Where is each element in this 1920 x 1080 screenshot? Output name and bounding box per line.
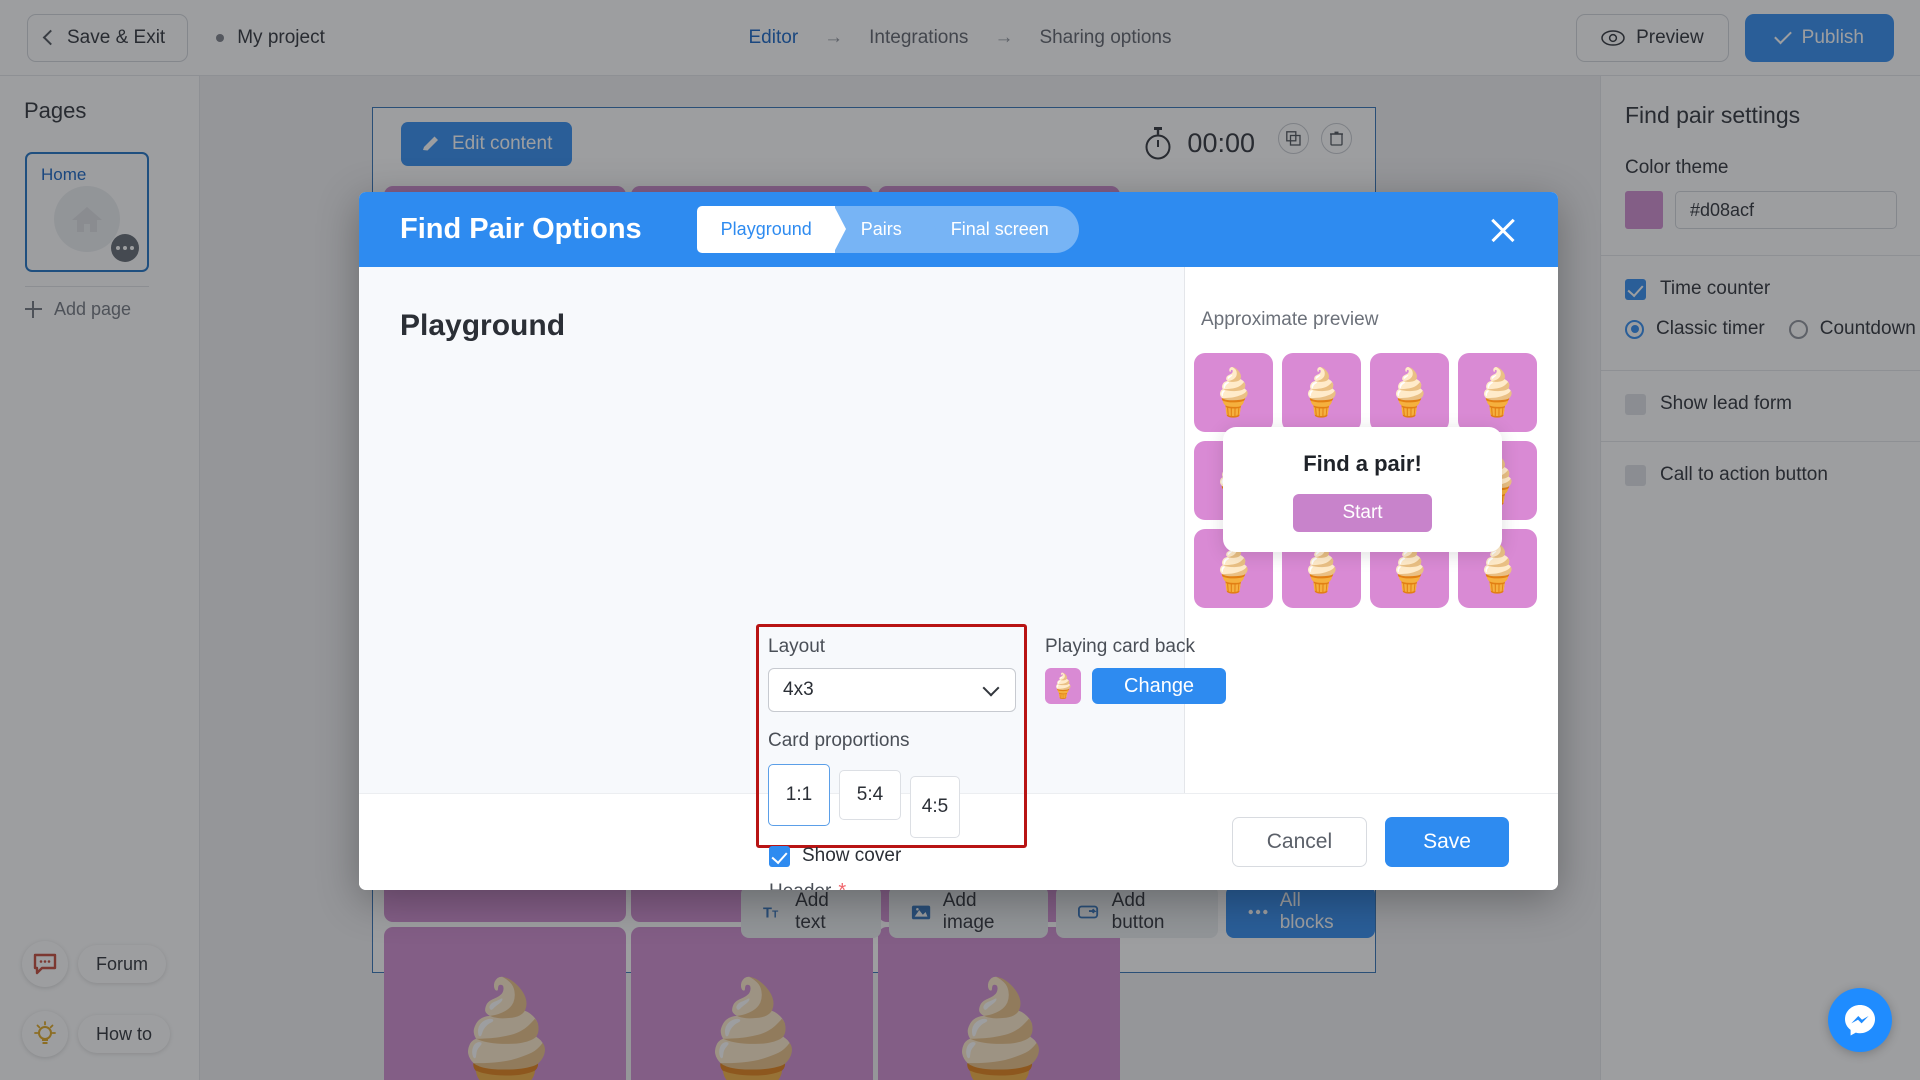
modal-header: Find Pair Options Playground Pairs Final…: [359, 192, 1558, 267]
proportion-option-4-5[interactable]: 4:5: [910, 776, 960, 838]
checkbox-icon: [769, 845, 790, 867]
preview-area: 🍦🍦🍦🍦🍦🍦🍦🍦🍦🍦🍦🍦 Find a pair! Start: [1194, 353, 1546, 653]
header-field-label: Header *: [769, 880, 1494, 890]
preview-card: 🍦: [1370, 353, 1449, 432]
header-label-text: Header: [769, 881, 831, 891]
step-final-screen[interactable]: Final screen: [924, 206, 1079, 253]
layout-group: Layout 4x3 Card proportions 1:1 5:4 4:5: [768, 636, 1016, 838]
preview-card: 🍦: [1282, 353, 1361, 432]
step-wizard: Playground Pairs Final screen: [696, 206, 1079, 253]
preview-card: 🍦: [1458, 353, 1537, 432]
preview-card: 🍦: [1194, 353, 1273, 432]
card-proportions-group: 1:1 5:4 4:5: [768, 764, 1016, 838]
find-pair-options-modal: Find Pair Options Playground Pairs Final…: [359, 192, 1558, 890]
chevron-down-icon: [982, 679, 1000, 696]
show-cover-label: Show cover: [802, 845, 902, 866]
step-playground[interactable]: Playground: [696, 206, 846, 253]
preview-header-text: Find a pair!: [1303, 451, 1422, 476]
show-cover-checkbox[interactable]: Show cover: [769, 845, 901, 867]
layout-label: Layout: [768, 636, 826, 657]
step-pairs[interactable]: Pairs: [834, 206, 936, 253]
card-proportions-label: Card proportions: [768, 730, 910, 751]
messenger-icon: [1845, 1005, 1875, 1036]
cancel-button[interactable]: Cancel: [1231, 817, 1368, 867]
approximate-preview-label: Approximate preview: [1201, 309, 1379, 330]
layout-selected-value: 4x3: [783, 679, 814, 700]
save-button[interactable]: Save: [1385, 817, 1509, 867]
modal-preview-panel: Approximate preview 🍦🍦🍦🍦🍦🍦🍦🍦🍦🍦🍦🍦 Find a …: [1184, 267, 1558, 793]
messenger-chat-button[interactable]: [1828, 988, 1892, 1052]
card-back-row: 🍦 Change: [1045, 658, 1227, 704]
change-card-back-button[interactable]: Change: [1092, 668, 1227, 704]
proportion-option-5-4[interactable]: 5:4: [839, 770, 901, 820]
header-field: Header * Find a pair!: [769, 880, 1494, 890]
modal-form-panel: Playground Layout 4x3 Card proportions 1…: [359, 267, 1227, 890]
close-icon[interactable]: [1486, 213, 1520, 247]
preview-start-dialog: Find a pair! Start: [1223, 427, 1502, 552]
preview-start-button[interactable]: Start: [1293, 494, 1432, 532]
layout-select[interactable]: 4x3: [768, 668, 1016, 712]
section-title: Playground: [400, 309, 566, 342]
card-back-thumbnail[interactable]: 🍦: [1045, 668, 1081, 704]
proportion-option-1-1[interactable]: 1:1: [768, 764, 830, 826]
required-icon: *: [838, 880, 846, 890]
modal-title: Find Pair Options: [400, 213, 642, 245]
modal-body: Playground Layout 4x3 Card proportions 1…: [359, 267, 1558, 890]
